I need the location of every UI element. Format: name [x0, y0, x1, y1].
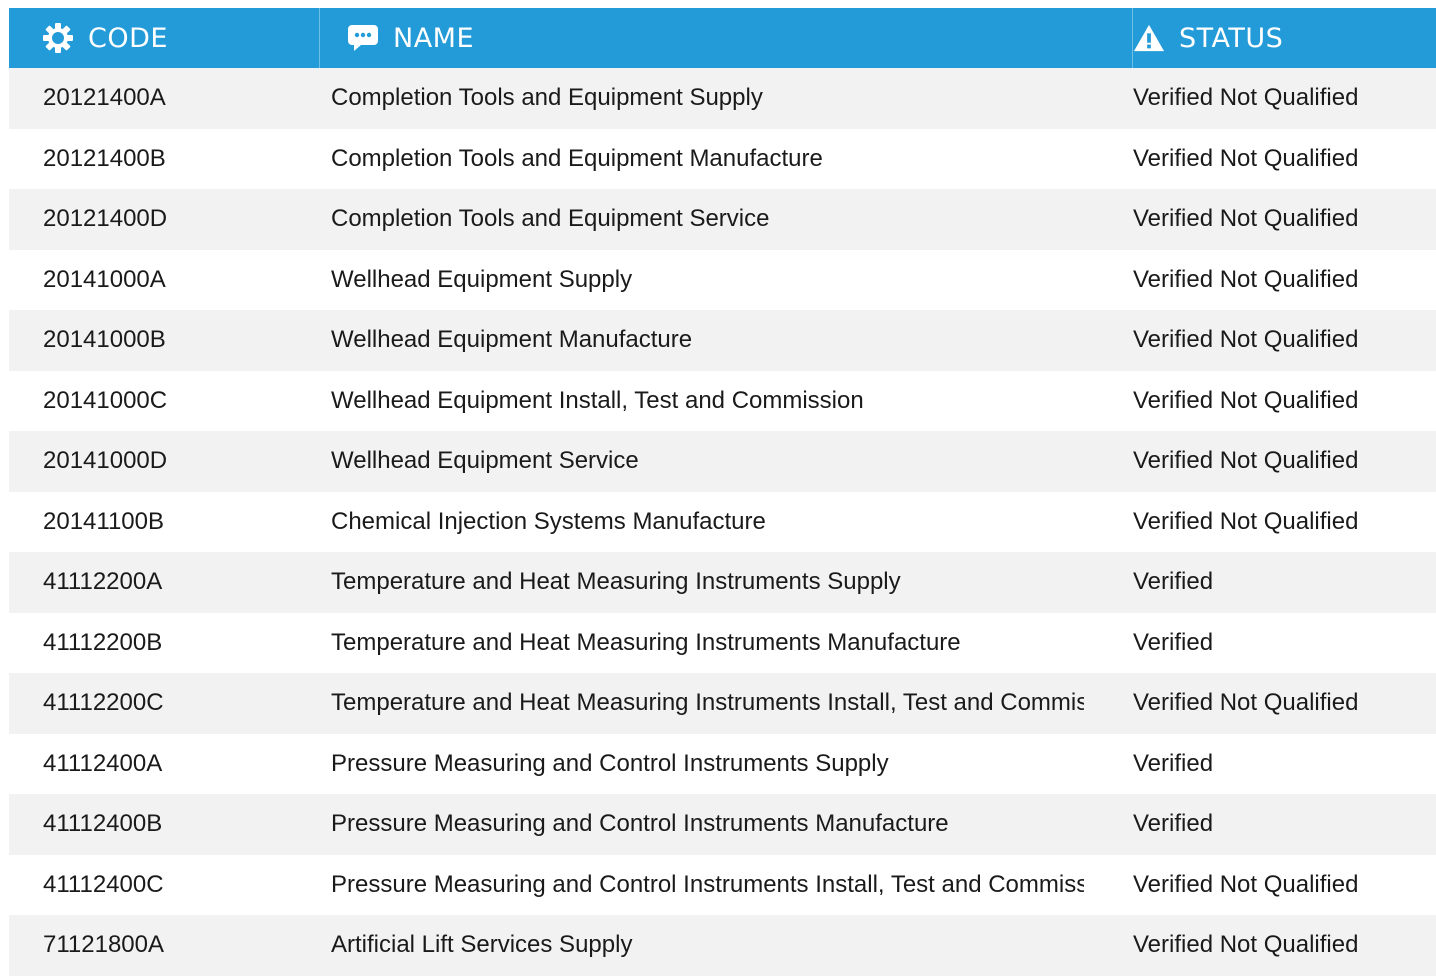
table-row[interactable]: 41112400B Pressure Measuring and Control…: [9, 794, 1436, 855]
code-cell: 20141100B: [43, 507, 165, 535]
code-cell: 41112200A: [43, 568, 163, 596]
name-cell: Completion Tools and Equipment Service: [331, 205, 770, 233]
status-cell: Verified Not Qualified: [1133, 326, 1359, 354]
code-cell: 41112400B: [43, 810, 163, 838]
status-cell: Verified Not Qualified: [1133, 447, 1359, 475]
name-cell: Wellhead Equipment Manufacture: [331, 326, 693, 354]
column-header-status[interactable]: STATUS: [1132, 8, 1436, 68]
column-header-status-label: STATUS: [1179, 22, 1284, 54]
code-cell: 41112400A: [43, 749, 163, 777]
status-cell: Verified Not Qualified: [1133, 689, 1359, 717]
status-cell: Verified Not Qualified: [1133, 386, 1359, 414]
name-cell: Pressure Measuring and Control Instrumen…: [331, 870, 1084, 898]
name-cell: Temperature and Heat Measuring Instrumen…: [331, 689, 1084, 717]
table-header: CODE NAME STATUS: [9, 8, 1436, 68]
status-cell: Verified Not Qualified: [1133, 205, 1359, 233]
name-cell: Pressure Measuring and Control Instrumen…: [331, 810, 949, 838]
status-cell: Verified Not Qualified: [1133, 931, 1359, 959]
column-header-code-label: CODE: [88, 22, 168, 54]
code-cell: 20121400A: [43, 84, 166, 112]
table-row[interactable]: 20121400B Completion Tools and Equipment…: [9, 128, 1436, 189]
name-cell: Wellhead Equipment Supply: [331, 265, 633, 293]
table-row[interactable]: 20141000A Wellhead Equipment Supply Veri…: [9, 249, 1436, 310]
table-row[interactable]: 41112200B Temperature and Heat Measuring…: [9, 612, 1436, 673]
name-cell: Artificial Lift Services Supply: [331, 931, 633, 959]
code-cell: 20141000C: [43, 386, 168, 414]
table-row[interactable]: 20121400A Completion Tools and Equipment…: [9, 68, 1436, 129]
table-row[interactable]: 41112200C Temperature and Heat Measuring…: [9, 673, 1436, 734]
table-row[interactable]: 20141000C Wellhead Equipment Install, Te…: [9, 370, 1436, 431]
status-cell: Verified: [1133, 628, 1214, 656]
code-cell: 20141000A: [43, 265, 166, 293]
code-cell: 20141000B: [43, 326, 166, 354]
name-cell: Completion Tools and Equipment Supply: [331, 84, 763, 112]
code-cell: 20121400B: [43, 144, 166, 172]
code-cell: 20141000D: [43, 447, 168, 475]
gear-icon: [42, 22, 74, 54]
code-cell: 41112200B: [43, 628, 163, 656]
table-row[interactable]: 20141000B Wellhead Equipment Manufacture…: [9, 310, 1436, 371]
name-cell: Chemical Injection Systems Manufacture: [331, 507, 766, 535]
name-cell: Temperature and Heat Measuring Instrumen…: [331, 628, 961, 656]
status-cell: Verified Not Qualified: [1133, 144, 1359, 172]
code-cell: 20121400D: [43, 205, 168, 233]
table-row[interactable]: 20141000D Wellhead Equipment Service Ver…: [9, 431, 1436, 492]
status-cell: Verified Not Qualified: [1133, 84, 1359, 112]
table-row[interactable]: 71121800A Artificial Lift Services Suppl…: [9, 915, 1436, 976]
name-cell: Wellhead Equipment Service: [331, 447, 639, 475]
status-cell: Verified Not Qualified: [1133, 265, 1359, 293]
name-cell: Pressure Measuring and Control Instrumen…: [331, 749, 889, 777]
status-cell: Verified: [1133, 568, 1214, 596]
table-row[interactable]: 20121400D Completion Tools and Equipment…: [9, 189, 1436, 250]
code-cell: 41112400C: [43, 870, 164, 898]
column-header-name[interactable]: NAME: [320, 8, 1132, 68]
chat-bubble-icon: [347, 22, 379, 54]
status-cell: Verified: [1133, 749, 1214, 777]
table-row[interactable]: 41112200A Temperature and Heat Measuring…: [9, 552, 1436, 613]
table-row[interactable]: 41112400C Pressure Measuring and Control…: [9, 854, 1436, 915]
table-row[interactable]: 20141100B Chemical Injection Systems Man…: [9, 491, 1436, 552]
status-cell: Verified: [1133, 810, 1214, 838]
status-cell: Verified Not Qualified: [1133, 870, 1359, 898]
warning-icon: [1133, 22, 1165, 54]
column-header-name-label: NAME: [393, 22, 475, 54]
name-cell: Completion Tools and Equipment Manufactu…: [331, 144, 823, 172]
name-cell: Temperature and Heat Measuring Instrumen…: [331, 568, 901, 596]
code-cell: 41112200C: [43, 689, 164, 717]
status-cell: Verified Not Qualified: [1133, 507, 1359, 535]
table-row[interactable]: 41112400A Pressure Measuring and Control…: [9, 733, 1436, 794]
code-cell: 71121800A: [43, 931, 165, 959]
name-cell: Wellhead Equipment Install, Test and Com…: [331, 386, 864, 414]
results-table: CODE NAME STATUS 20121400A Completion To…: [9, 8, 1436, 976]
column-header-code[interactable]: CODE: [9, 8, 320, 68]
